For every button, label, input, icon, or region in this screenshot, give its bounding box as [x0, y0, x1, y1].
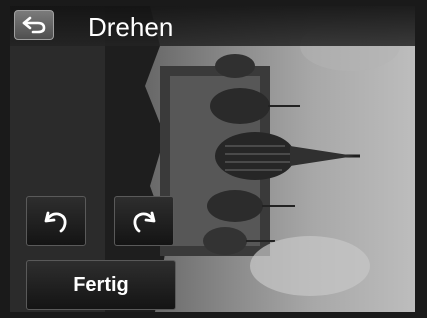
page-title: Drehen: [88, 12, 174, 42]
done-button[interactable]: Fertig: [26, 260, 176, 310]
back-arrow-icon: [22, 16, 46, 34]
back-button[interactable]: [14, 10, 54, 40]
rotate-right-button[interactable]: [114, 196, 174, 246]
title-bar: [10, 6, 415, 46]
rotate-left-button[interactable]: [26, 196, 86, 246]
rotate-right-icon: [133, 211, 156, 233]
camera-screen: Drehen Fertig: [0, 0, 427, 318]
rotate-left-icon: [44, 211, 67, 233]
